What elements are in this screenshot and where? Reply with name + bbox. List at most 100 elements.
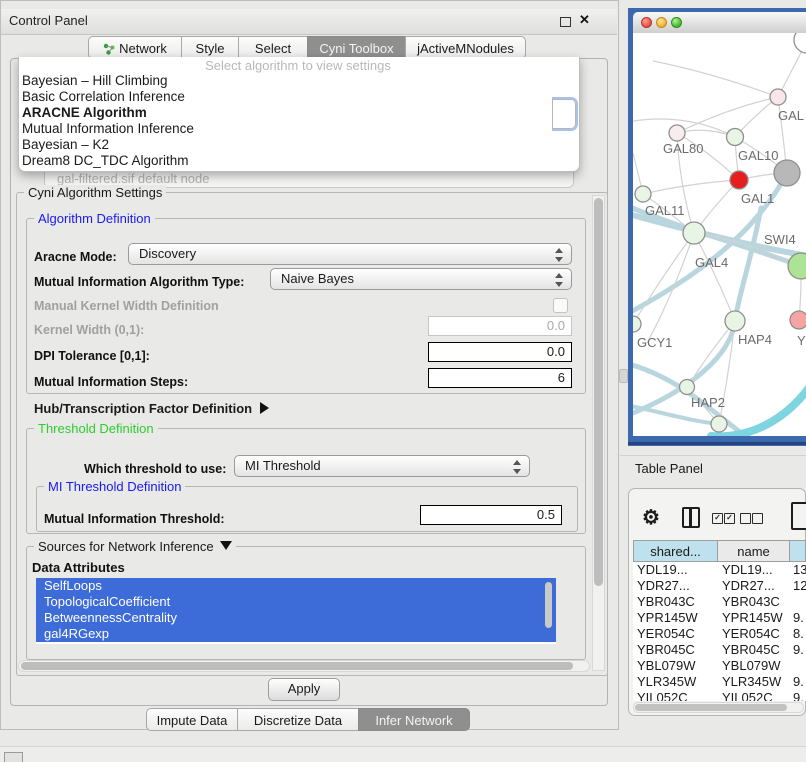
tab-style[interactable]: Style bbox=[181, 36, 239, 59]
table-cell[interactable]: YER054C bbox=[637, 626, 695, 642]
dropdown-item[interactable]: Basic Correlation Inference bbox=[22, 89, 562, 105]
node-gal[interactable] bbox=[770, 89, 786, 105]
dpi-tolerance-field[interactable]: 0.0 bbox=[428, 342, 572, 362]
table-cell[interactable]: YDR27... bbox=[637, 578, 690, 594]
expand-right-icon[interactable] bbox=[260, 402, 269, 414]
minimize-traffic-light[interactable] bbox=[656, 17, 667, 28]
mi-threshold-label: Mutual Information Threshold: bbox=[44, 512, 225, 526]
mi-algorithm-type-combo[interactable]: Naive Bayes bbox=[270, 268, 572, 290]
dropdown-item[interactable]: Dream8 DC_TDC Algorithm bbox=[22, 153, 562, 169]
close-traffic-light[interactable] bbox=[641, 17, 652, 28]
node-gal10[interactable] bbox=[727, 129, 744, 146]
node-gray[interactable] bbox=[774, 160, 800, 186]
table-cell[interactable]: YBR043C bbox=[722, 594, 780, 610]
dropdown-item[interactable]: Bayesian – Hill Climbing bbox=[22, 73, 562, 89]
which-threshold-combo[interactable]: MI Threshold bbox=[234, 455, 530, 477]
column-header-shared-name[interactable]: shared... bbox=[633, 540, 718, 562]
column-header-partial[interactable] bbox=[789, 540, 806, 562]
node-swi4[interactable] bbox=[788, 253, 806, 279]
table-cell[interactable]: 8. bbox=[793, 626, 804, 642]
table-cell[interactable]: YBR045C bbox=[637, 642, 695, 658]
table-cell[interactable]: YLR345W bbox=[637, 674, 696, 690]
table-cell[interactable]: 9. bbox=[793, 610, 804, 626]
tab-infer-network[interactable]: Infer Network bbox=[358, 708, 470, 731]
table-cell[interactable]: YLR345W bbox=[722, 674, 781, 690]
mi-threshold-field[interactable]: 0.5 bbox=[420, 505, 562, 525]
table-cell[interactable]: YDR27... bbox=[722, 578, 775, 594]
sources-title[interactable]: Sources for Network Inference bbox=[34, 539, 236, 554]
tab-discretize-data[interactable]: Discretize Data bbox=[237, 708, 359, 731]
table-cell[interactable]: YBR045C bbox=[722, 642, 780, 658]
mi-steps-label: Mutual Information Steps: bbox=[34, 375, 188, 389]
attribute-item[interactable]: BetweennessCentrality bbox=[36, 610, 556, 626]
attribute-item[interactable]: gal4RGexp bbox=[36, 626, 556, 642]
show-columns-icon[interactable] bbox=[682, 507, 700, 528]
table-cell[interactable]: YBL079W bbox=[637, 658, 696, 674]
kernel-width-field[interactable]: 0.0 bbox=[428, 316, 572, 336]
network-canvas[interactable]: GAL GAL80 GAL10 GAL1 GAL11 GAL4 SWI4 GCY… bbox=[633, 33, 806, 436]
settings-horizontal-scrollbar-thumb[interactable] bbox=[21, 662, 573, 670]
node[interactable] bbox=[794, 33, 806, 53]
algorithm-definition-title: Algorithm Definition bbox=[34, 211, 155, 226]
dropdown-item[interactable]: Bayesian – K2 bbox=[22, 137, 562, 153]
table-cell[interactable]: YIL052C bbox=[637, 690, 688, 701]
manual-kernel-width-checkbox[interactable] bbox=[553, 298, 568, 313]
node-gal11[interactable] bbox=[635, 186, 651, 202]
column-header-name[interactable]: name bbox=[717, 540, 790, 562]
table-cell[interactable]: YDL19... bbox=[637, 562, 688, 578]
node-gal1[interactable] bbox=[730, 171, 748, 189]
attribute-item[interactable]: SelfLoops bbox=[36, 578, 556, 594]
close-window-icon[interactable]: ✕ bbox=[579, 12, 590, 28]
dropdown-item[interactable]: Mutual Information Inference bbox=[22, 121, 562, 137]
dropdown-item-highlighted[interactable]: ARACNE Algorithm bbox=[22, 105, 562, 121]
attributes-scrollbar-thumb[interactable] bbox=[545, 582, 552, 628]
screen: Control Panel ✕ Network Style Select Cyn… bbox=[0, 0, 806, 762]
table-cell[interactable]: 9. bbox=[793, 690, 804, 701]
node-label: GAL10 bbox=[738, 148, 778, 163]
network-svg: GAL GAL80 GAL10 GAL1 GAL11 GAL4 SWI4 GCY… bbox=[633, 33, 806, 436]
attribute-item[interactable]: TopologicalCoefficient bbox=[36, 594, 556, 610]
split-pane-handle[interactable] bbox=[619, 369, 628, 383]
node-gcy1[interactable] bbox=[633, 316, 641, 332]
table-cell[interactable]: YER054C bbox=[722, 626, 780, 642]
table-cell[interactable]: 9. bbox=[793, 674, 804, 690]
tab-network[interactable]: Network bbox=[88, 36, 182, 59]
table-cell[interactable]: YBR043C bbox=[637, 594, 695, 610]
tab-impute-data[interactable]: Impute Data bbox=[146, 708, 238, 731]
table-horizontal-scrollbar-thumb[interactable] bbox=[635, 704, 787, 711]
tab-jactivemnodules[interactable]: jActiveMNodules bbox=[405, 36, 526, 59]
table-cell[interactable]: YPR145W bbox=[722, 610, 783, 626]
table-cell[interactable]: 12 bbox=[793, 578, 806, 594]
node-gal4[interactable] bbox=[683, 222, 705, 244]
table-cell[interactable]: 13 bbox=[793, 562, 806, 578]
node-label: Y bbox=[797, 333, 806, 348]
deselect-all-checkbox-icon[interactable] bbox=[752, 513, 763, 524]
gear-icon[interactable]: ⚙ bbox=[642, 505, 660, 530]
settings-vertical-scrollbar-thumb[interactable] bbox=[594, 198, 603, 586]
collapse-down-icon[interactable] bbox=[220, 541, 232, 550]
node-hap2[interactable] bbox=[680, 380, 695, 395]
export-table-icon[interactable] bbox=[791, 502, 806, 530]
table-cell[interactable]: YPR145W bbox=[637, 610, 698, 626]
table-cell[interactable]: YBL079W bbox=[722, 658, 781, 674]
tab-select[interactable]: Select bbox=[238, 36, 308, 59]
table-cell[interactable]: YIL052C bbox=[722, 690, 773, 701]
table-cell[interactable]: 9. bbox=[793, 642, 804, 658]
node[interactable] bbox=[711, 416, 727, 432]
float-window-icon[interactable] bbox=[560, 17, 571, 27]
select-all-checkbox-icon[interactable]: ✓ bbox=[724, 513, 735, 524]
tab-cyni-toolbox[interactable]: Cyni Toolbox bbox=[307, 36, 406, 59]
hub-transcription-factor-section[interactable]: Hub/Transcription Factor Definition bbox=[34, 401, 269, 416]
zoom-traffic-light[interactable] bbox=[671, 17, 682, 28]
node-gal80[interactable] bbox=[669, 125, 685, 141]
deselect-all-checkbox-icon[interactable] bbox=[740, 513, 751, 524]
aracne-mode-combo[interactable]: Discovery bbox=[128, 243, 572, 265]
cyni-algorithm-settings-title: Cyni Algorithm Settings bbox=[24, 185, 166, 200]
select-all-checkbox-icon[interactable]: ✓ bbox=[712, 513, 723, 524]
apply-button[interactable]: Apply bbox=[268, 678, 340, 701]
table-cell[interactable]: YDL19... bbox=[722, 562, 773, 578]
node-y[interactable] bbox=[790, 311, 806, 329]
mi-steps-field[interactable]: 6 bbox=[428, 368, 572, 388]
collapsed-panel-button[interactable] bbox=[4, 752, 23, 762]
node-hap4[interactable] bbox=[725, 311, 745, 331]
